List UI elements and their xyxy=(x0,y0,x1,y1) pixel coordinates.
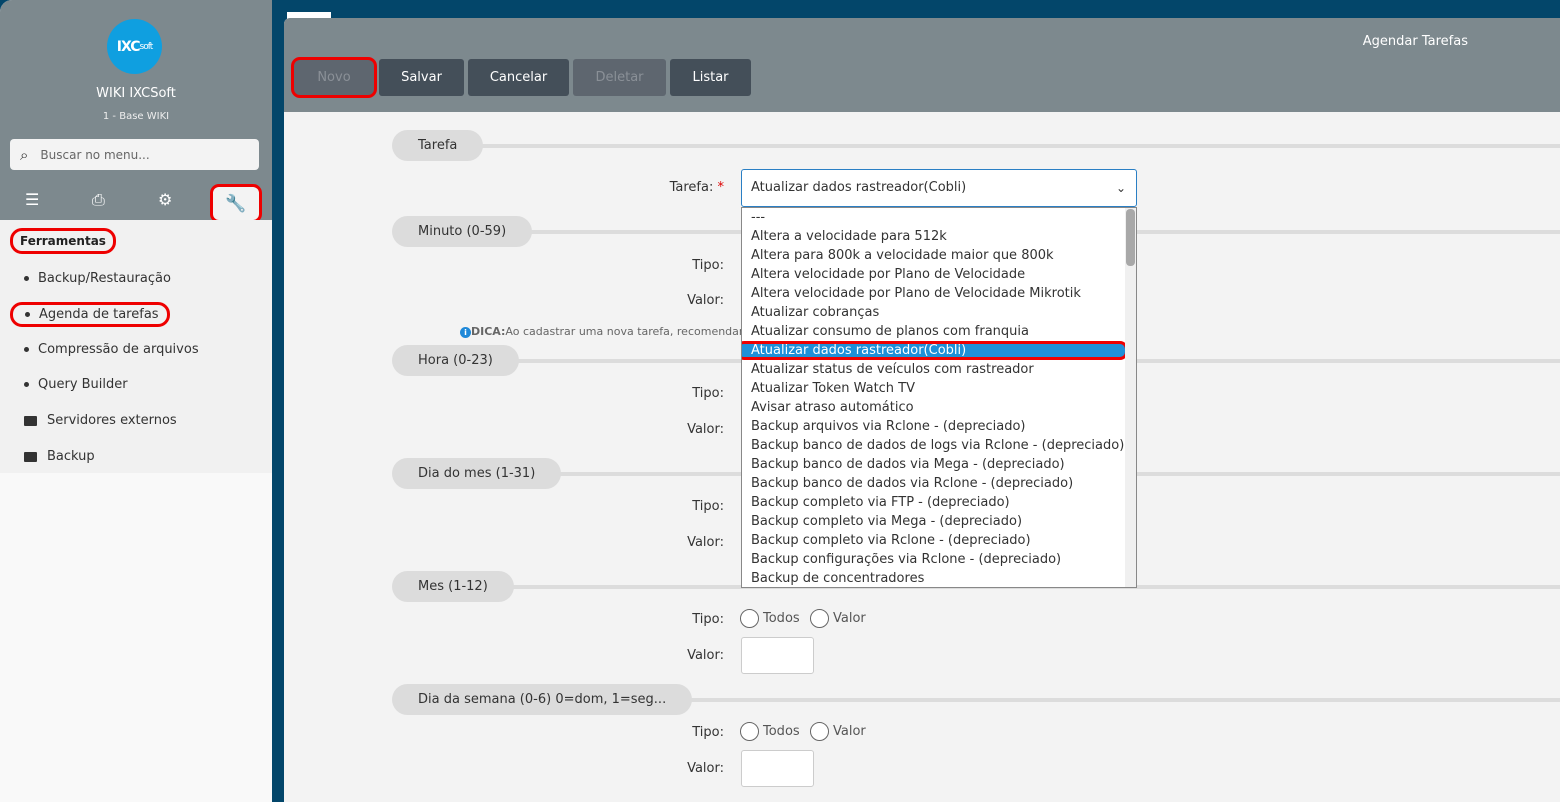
dropdown-option[interactable]: Atualizar consumo de planos com franquia xyxy=(742,322,1136,341)
menu-search-input[interactable]: ⌕ Buscar no menu... xyxy=(10,139,259,170)
sidebar-item-servidores-externos[interactable]: Servidores externos xyxy=(24,413,177,428)
dica-hint: i DICA:Ao cadastrar uma nova tarefa, reco… xyxy=(460,325,762,338)
tipo-label: Tipo: xyxy=(692,499,724,514)
dropdown-option[interactable]: Atualizar status de veículos com rastrea… xyxy=(742,360,1136,379)
dia-semana-valor-input[interactable] xyxy=(741,750,814,787)
dropdown-option[interactable]: Backup de concentradores xyxy=(742,569,1136,587)
dropdown-option[interactable]: Atualizar dados rastreador(Cobli) xyxy=(742,341,1128,360)
page-title: Agendar Tarefas xyxy=(1362,34,1468,49)
chevron-down-icon: ⌄ xyxy=(1115,181,1126,195)
listar-button[interactable]: Listar xyxy=(670,59,751,96)
tarefa-dropdown-list[interactable]: --- Altera a velocidade para 512k Altera p… xyxy=(741,207,1137,588)
sidebar-item-backup-restauracao[interactable]: Backup/Restauração xyxy=(24,271,171,286)
salvar-button[interactable]: Salvar xyxy=(379,59,464,96)
valor-label: Valor: xyxy=(687,535,724,550)
search-placeholder: Buscar no menu... xyxy=(40,147,150,162)
radio-valor[interactable]: Valor xyxy=(810,722,866,741)
tarefa-label: Tarefa: * xyxy=(669,180,724,195)
section-dia-semana: Dia da semana (0-6) 0=dom, 1=seg... xyxy=(392,684,1560,715)
main-panel: Agendar Tarefas Novo Salvar Cancelar Del… xyxy=(284,18,1560,802)
folder-icon xyxy=(24,451,37,462)
dropdown-option[interactable]: Altera a velocidade para 512k xyxy=(742,227,1136,246)
divider xyxy=(272,0,284,802)
sidebar-item-compressao[interactable]: Compressão de arquivos xyxy=(24,342,199,357)
tarefa-select[interactable]: Atualizar dados rastreador(Cobli) ⌄ xyxy=(741,169,1137,207)
radio-todos[interactable]: Todos xyxy=(740,722,800,741)
search-icon: ⌕ xyxy=(20,145,29,164)
dropdown-option[interactable]: Backup completo via FTP - (depreciado) xyxy=(742,493,1136,512)
tipo-label: Tipo: xyxy=(692,258,724,273)
cancelar-button[interactable]: Cancelar xyxy=(468,59,569,96)
valor-label: Valor: xyxy=(687,293,724,308)
wrench-icon[interactable]: 🔧 xyxy=(210,184,262,223)
dropdown-option[interactable]: Altera velocidade por Plano de Velocidad… xyxy=(742,265,1136,284)
tipo-label: Tipo: xyxy=(692,725,724,740)
sidebar-item-agenda-de-tarefas[interactable]: Agenda de tarefas xyxy=(10,302,170,327)
ixcsoft-logo: IXC soft xyxy=(107,19,162,74)
sidebar-section-ferramentas: Ferramentas xyxy=(10,228,116,254)
dropdown-option[interactable]: Backup banco de dados via Rclone - (depr… xyxy=(742,474,1136,493)
folder-icon xyxy=(24,415,37,426)
sidebar-item-query-builder[interactable]: Query Builder xyxy=(24,377,128,392)
dropdown-option[interactable]: Altera para 800k a velocidade maior que … xyxy=(742,246,1136,265)
radio-todos[interactable]: Todos xyxy=(740,609,800,628)
dropdown-option[interactable]: Altera velocidade por Plano de Velocidad… xyxy=(742,284,1136,303)
dropdown-option[interactable]: Backup banco de dados de logs via Rclone… xyxy=(742,436,1136,455)
valor-label: Valor: xyxy=(687,422,724,437)
tipo-label: Tipo: xyxy=(692,612,724,627)
dropdown-option[interactable]: Backup completo via Rclone - (depreciado… xyxy=(742,531,1136,550)
sidebar: IXC soft WIKI IXCSoft 1 - Base WIKI ⌕ Busc… xyxy=(0,0,272,802)
dropdown-option[interactable]: Backup configurações via Rclone - (depre… xyxy=(742,550,1136,569)
scrollbar[interactable] xyxy=(1125,208,1136,587)
dropdown-option[interactable]: Backup completo via Mega - (depreciado) xyxy=(742,512,1136,531)
printer-icon[interactable]: ⎙ xyxy=(92,190,105,210)
dropdown-option[interactable]: Avisar atraso automático xyxy=(742,398,1136,417)
valor-label: Valor: xyxy=(687,648,724,663)
deletar-button[interactable]: Deletar xyxy=(573,59,666,96)
mes-valor-input[interactable] xyxy=(741,637,814,674)
dropdown-option[interactable]: Backup arquivos via Rclone - (depreciado… xyxy=(742,417,1136,436)
list-icon[interactable]: ☰ xyxy=(25,190,39,209)
novo-button[interactable]: Novo xyxy=(291,57,377,98)
dropdown-option[interactable]: Atualizar Token Watch TV xyxy=(742,379,1136,398)
app-title: WIKI IXCSoft xyxy=(96,86,176,101)
sidebar-item-backup[interactable]: Backup xyxy=(24,449,95,464)
section-tarefa: Tarefa xyxy=(392,130,1560,161)
app-subtitle: 1 - Base WIKI xyxy=(102,111,170,122)
gears-icon[interactable]: ⚙ xyxy=(158,190,172,209)
dropdown-option[interactable]: Atualizar cobranças xyxy=(742,303,1136,322)
radio-valor[interactable]: Valor xyxy=(810,609,866,628)
dropdown-option[interactable]: Backup banco de dados via Mega - (deprec… xyxy=(742,455,1136,474)
tipo-label: Tipo: xyxy=(692,386,724,401)
valor-label: Valor: xyxy=(687,761,724,776)
toolbar: Agendar Tarefas Novo Salvar Cancelar Del… xyxy=(284,18,1560,112)
top-bar xyxy=(284,0,1560,18)
info-icon: i xyxy=(460,327,471,338)
dropdown-option[interactable]: --- xyxy=(742,208,1136,227)
